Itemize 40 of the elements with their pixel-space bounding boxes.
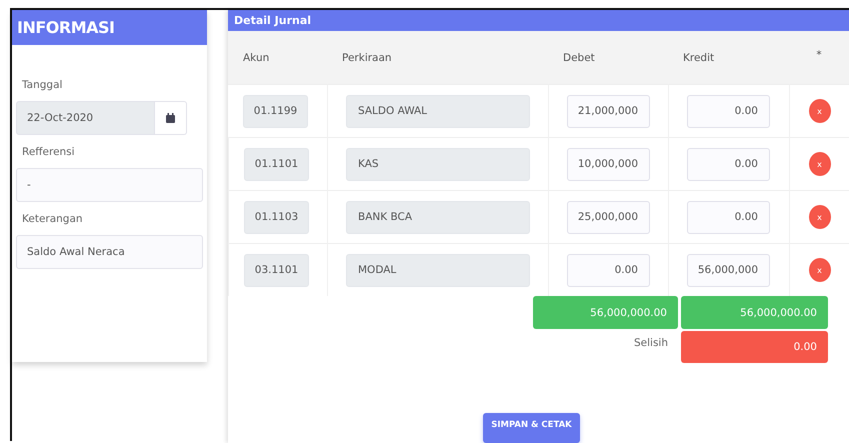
column-header: Kredit xyxy=(682,52,714,64)
column-header: Debet xyxy=(562,52,595,64)
card-title: INFORMASI xyxy=(17,18,114,37)
debit-field[interactable]: 21,000,000 xyxy=(567,94,650,128)
account-field[interactable]: 01.1199 xyxy=(243,94,308,128)
delete-button[interactable]: x xyxy=(808,258,830,282)
account-field[interactable]: 01.1101 xyxy=(244,148,309,180)
field-label: Keterangan xyxy=(21,212,84,227)
account-name-field[interactable]: BANK BCA xyxy=(346,200,530,234)
save-print-button[interactable]: SIMPAN & CETAK xyxy=(483,413,580,443)
field-label: Refferensi xyxy=(21,145,76,160)
delete-button[interactable]: x xyxy=(808,99,830,123)
column-header: * xyxy=(816,48,822,62)
credit-field[interactable]: 56,000,000 xyxy=(687,254,770,286)
debit-field[interactable]: 10,000,000 xyxy=(567,148,650,180)
input-field[interactable]: Saldo Awal Neraca xyxy=(16,235,203,269)
account-name-field[interactable]: SALDO AWAL xyxy=(346,94,530,128)
delete-button[interactable]: x xyxy=(808,152,830,176)
input-field[interactable]: - xyxy=(16,168,203,202)
calendar-icon xyxy=(166,113,175,123)
account-field[interactable]: 03.1101 xyxy=(244,254,309,286)
column-header: Perkiraan xyxy=(341,52,392,64)
date-field[interactable]: 22-Oct-2020 xyxy=(16,101,155,135)
account-field[interactable]: 01.1103 xyxy=(244,200,309,234)
difference-total: 0.00 xyxy=(681,331,828,363)
calendar-button[interactable] xyxy=(155,101,187,135)
account-name-field[interactable]: KAS xyxy=(346,148,530,180)
debit-field[interactable]: 25,000,000 xyxy=(567,200,650,234)
account-name-field[interactable]: MODAL xyxy=(346,254,530,286)
credit-field[interactable]: 0.00 xyxy=(687,200,770,234)
debit-field[interactable]: 0.00 xyxy=(567,254,650,286)
credit-field[interactable]: 0.00 xyxy=(687,148,770,180)
panel-title: Detail Jurnal xyxy=(234,14,312,27)
field-label: Tanggal xyxy=(21,78,64,93)
credit-total: 56,000,000.00 xyxy=(681,296,828,329)
credit-field[interactable]: 0.00 xyxy=(687,94,770,128)
delete-button[interactable]: x xyxy=(808,205,830,229)
debit-total: 56,000,000.00 xyxy=(533,296,678,329)
column-header: Akun xyxy=(242,52,270,64)
difference-label: Selisih xyxy=(634,337,668,349)
